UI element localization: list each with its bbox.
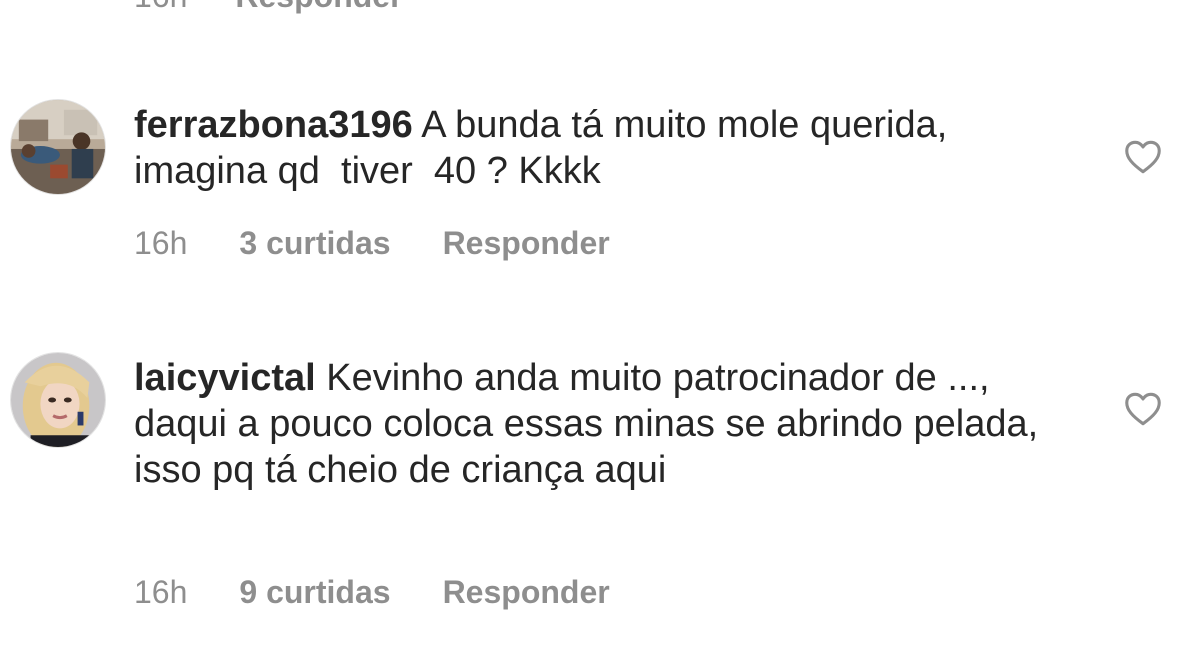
comment-body: ferrazbona3196 A bunda tá muito mole que… (134, 102, 1084, 194)
likes-count[interactable]: 9 curtidas (239, 574, 390, 611)
comment-body: laicyvictal Kevinho anda muito patrocina… (134, 355, 1084, 493)
reply-button[interactable]: Responder (443, 574, 610, 611)
heart-outline-icon[interactable] (1124, 140, 1162, 174)
comment-time: 16h (134, 0, 187, 15)
avatar-photo (11, 353, 105, 447)
reply-button[interactable]: Responder (235, 0, 402, 15)
comment-time: 16h (134, 574, 188, 610)
avatar[interactable] (10, 352, 106, 448)
avatar-photo (11, 100, 105, 194)
reply-button[interactable]: Responder (443, 225, 610, 262)
comment-meta: 16h 3 curtidas Responder (134, 225, 610, 262)
comment-meta: 16h 9 curtidas Responder (134, 574, 610, 611)
avatar[interactable] (10, 99, 106, 195)
previous-comment-meta: 16h Responder (134, 0, 403, 15)
comment-username[interactable]: ferrazbona3196 (134, 104, 413, 146)
likes-count[interactable]: 3 curtidas (239, 225, 390, 262)
comment-username[interactable]: laicyvictal (134, 357, 316, 399)
comment-time: 16h (134, 225, 188, 261)
heart-outline-icon[interactable] (1124, 392, 1162, 426)
